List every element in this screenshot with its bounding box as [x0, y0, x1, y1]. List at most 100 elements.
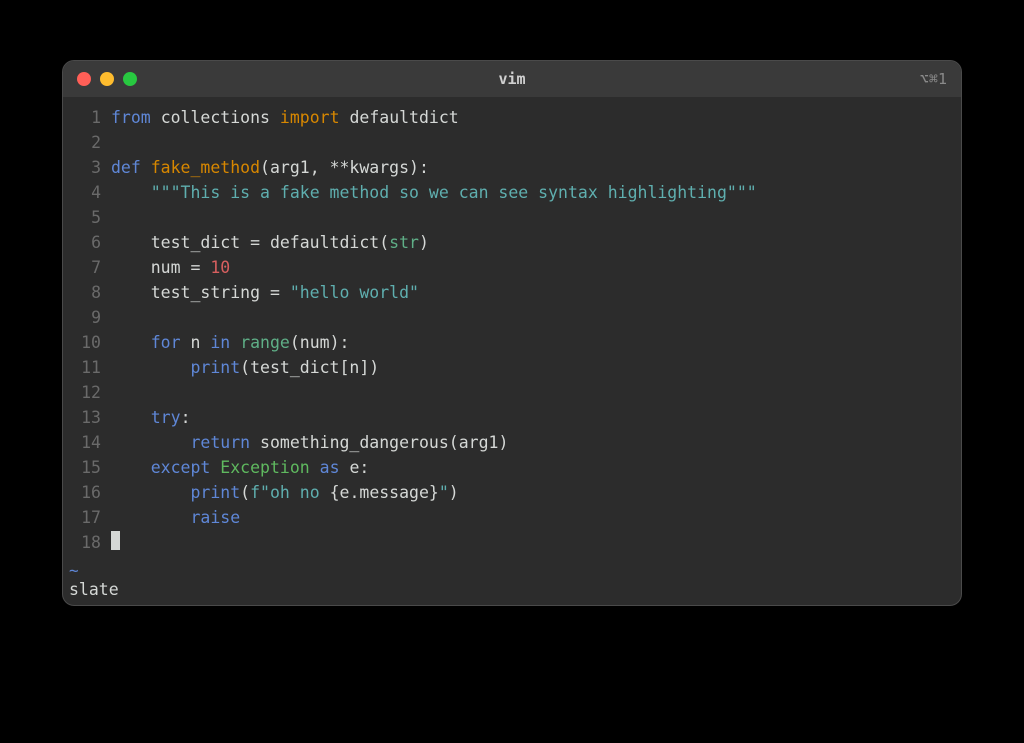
token-code: collections — [161, 108, 270, 127]
line-number: 2 — [63, 130, 111, 155]
token-str: """This is a fake method so we can see s… — [151, 183, 757, 202]
line-number: 5 — [63, 205, 111, 230]
close-icon[interactable] — [77, 72, 91, 86]
token-kw: from — [111, 108, 151, 127]
line-number: 4 — [63, 180, 111, 205]
token-punc: test_dict = defaultdict( — [111, 233, 389, 252]
code-line[interactable]: 11 print(test_dict[n]) — [63, 355, 961, 380]
code-line[interactable]: 2 — [63, 130, 961, 155]
token-punc: : — [181, 408, 191, 427]
code-line[interactable]: 17 raise — [63, 505, 961, 530]
token-punc — [111, 508, 190, 527]
line-number: 3 — [63, 155, 111, 180]
line-number: 13 — [63, 405, 111, 430]
code-content[interactable]: raise — [111, 505, 240, 530]
status-line: slate — [63, 580, 961, 605]
code-line[interactable]: 5 — [63, 205, 961, 230]
code-content[interactable]: return something_dangerous(arg1) — [111, 430, 508, 455]
line-number: 12 — [63, 380, 111, 405]
code-line[interactable]: 1from collections import defaultdict — [63, 105, 961, 130]
terminal-window: vim ⌥⌘1 1from collections import default… — [62, 60, 962, 606]
code-line[interactable]: 7 num = 10 — [63, 255, 961, 280]
token-punc: something_dangerous(arg1) — [250, 433, 508, 452]
token-punc: {e.message} — [330, 483, 439, 502]
token-punc: ) — [419, 233, 429, 252]
line-number: 15 — [63, 455, 111, 480]
code-content[interactable] — [111, 530, 120, 555]
code-content[interactable]: num = 10 — [111, 255, 230, 280]
code-line[interactable]: 8 test_string = "hello world" — [63, 280, 961, 305]
zoom-icon[interactable] — [123, 72, 137, 86]
token-punc — [340, 108, 350, 127]
token-str: " — [439, 483, 449, 502]
token-punc: test_string = — [111, 283, 290, 302]
token-punc: (test_dict[n]) — [240, 358, 379, 377]
token-punc: ) — [449, 483, 459, 502]
code-content[interactable]: """This is a fake method so we can see s… — [111, 180, 757, 205]
empty-line-tilde: ~ — [63, 561, 961, 580]
token-punc — [111, 433, 190, 452]
token-punc — [230, 333, 240, 352]
code-content[interactable]: def fake_method(arg1, **kwargs): — [111, 155, 429, 180]
code-content[interactable]: except Exception as e: — [111, 455, 369, 480]
token-kw: print — [190, 358, 240, 377]
token-punc: (num): — [290, 333, 350, 352]
token-kw: for — [151, 333, 181, 352]
token-kw: try — [151, 408, 181, 427]
token-builtin: str — [389, 233, 419, 252]
line-number: 1 — [63, 105, 111, 130]
code-line[interactable]: 3def fake_method(arg1, **kwargs): — [63, 155, 961, 180]
token-punc: (arg1, **kwargs): — [260, 158, 429, 177]
code-line[interactable]: 16 print(f"oh no {e.message}") — [63, 480, 961, 505]
token-punc — [111, 333, 151, 352]
token-punc — [111, 183, 151, 202]
code-line[interactable]: 4 """This is a fake method so we can see… — [63, 180, 961, 205]
code-content[interactable]: from collections import defaultdict — [111, 105, 459, 130]
titlebar: vim ⌥⌘1 — [63, 61, 961, 97]
token-punc: num = — [111, 258, 210, 277]
code-line[interactable]: 18 — [63, 530, 961, 555]
code-line[interactable]: 12 — [63, 380, 961, 405]
line-number: 14 — [63, 430, 111, 455]
line-number: 7 — [63, 255, 111, 280]
code-content[interactable]: try: — [111, 405, 191, 430]
token-code: defaultdict — [349, 108, 458, 127]
token-punc — [111, 483, 190, 502]
token-kw: return — [190, 433, 250, 452]
line-number: 18 — [63, 530, 111, 555]
window-title: vim — [63, 70, 961, 88]
token-kw: print — [190, 483, 240, 502]
editor-viewport[interactable]: 1from collections import defaultdict23de… — [63, 97, 961, 561]
traffic-lights — [77, 72, 137, 86]
code-line[interactable]: 15 except Exception as e: — [63, 455, 961, 480]
token-kw: def — [111, 158, 141, 177]
code-line[interactable]: 9 — [63, 305, 961, 330]
code-line[interactable]: 14 return something_dangerous(arg1) — [63, 430, 961, 455]
token-punc — [210, 458, 220, 477]
line-number: 10 — [63, 330, 111, 355]
code-line[interactable]: 10 for n in range(num): — [63, 330, 961, 355]
code-content[interactable]: print(test_dict[n]) — [111, 355, 379, 380]
minimize-icon[interactable] — [100, 72, 114, 86]
code-content[interactable]: test_dict = defaultdict(str) — [111, 230, 429, 255]
code-line[interactable]: 13 try: — [63, 405, 961, 430]
token-type: Exception — [220, 458, 309, 477]
line-number: 11 — [63, 355, 111, 380]
code-content[interactable]: test_string = "hello world" — [111, 280, 419, 305]
token-kw: as — [320, 458, 340, 477]
code-line[interactable]: 6 test_dict = defaultdict(str) — [63, 230, 961, 255]
line-number: 6 — [63, 230, 111, 255]
token-str: "hello world" — [290, 283, 419, 302]
token-str: f"oh no — [250, 483, 329, 502]
window-shortcut-indicator: ⌥⌘1 — [920, 70, 947, 88]
token-punc — [310, 458, 320, 477]
token-punc — [111, 408, 151, 427]
line-number: 17 — [63, 505, 111, 530]
token-punc: n — [181, 333, 211, 352]
token-punc: e: — [340, 458, 370, 477]
token-punc — [151, 108, 161, 127]
token-kw: raise — [190, 508, 240, 527]
code-content[interactable]: for n in range(num): — [111, 330, 349, 355]
token-punc — [270, 108, 280, 127]
code-content[interactable]: print(f"oh no {e.message}") — [111, 480, 459, 505]
